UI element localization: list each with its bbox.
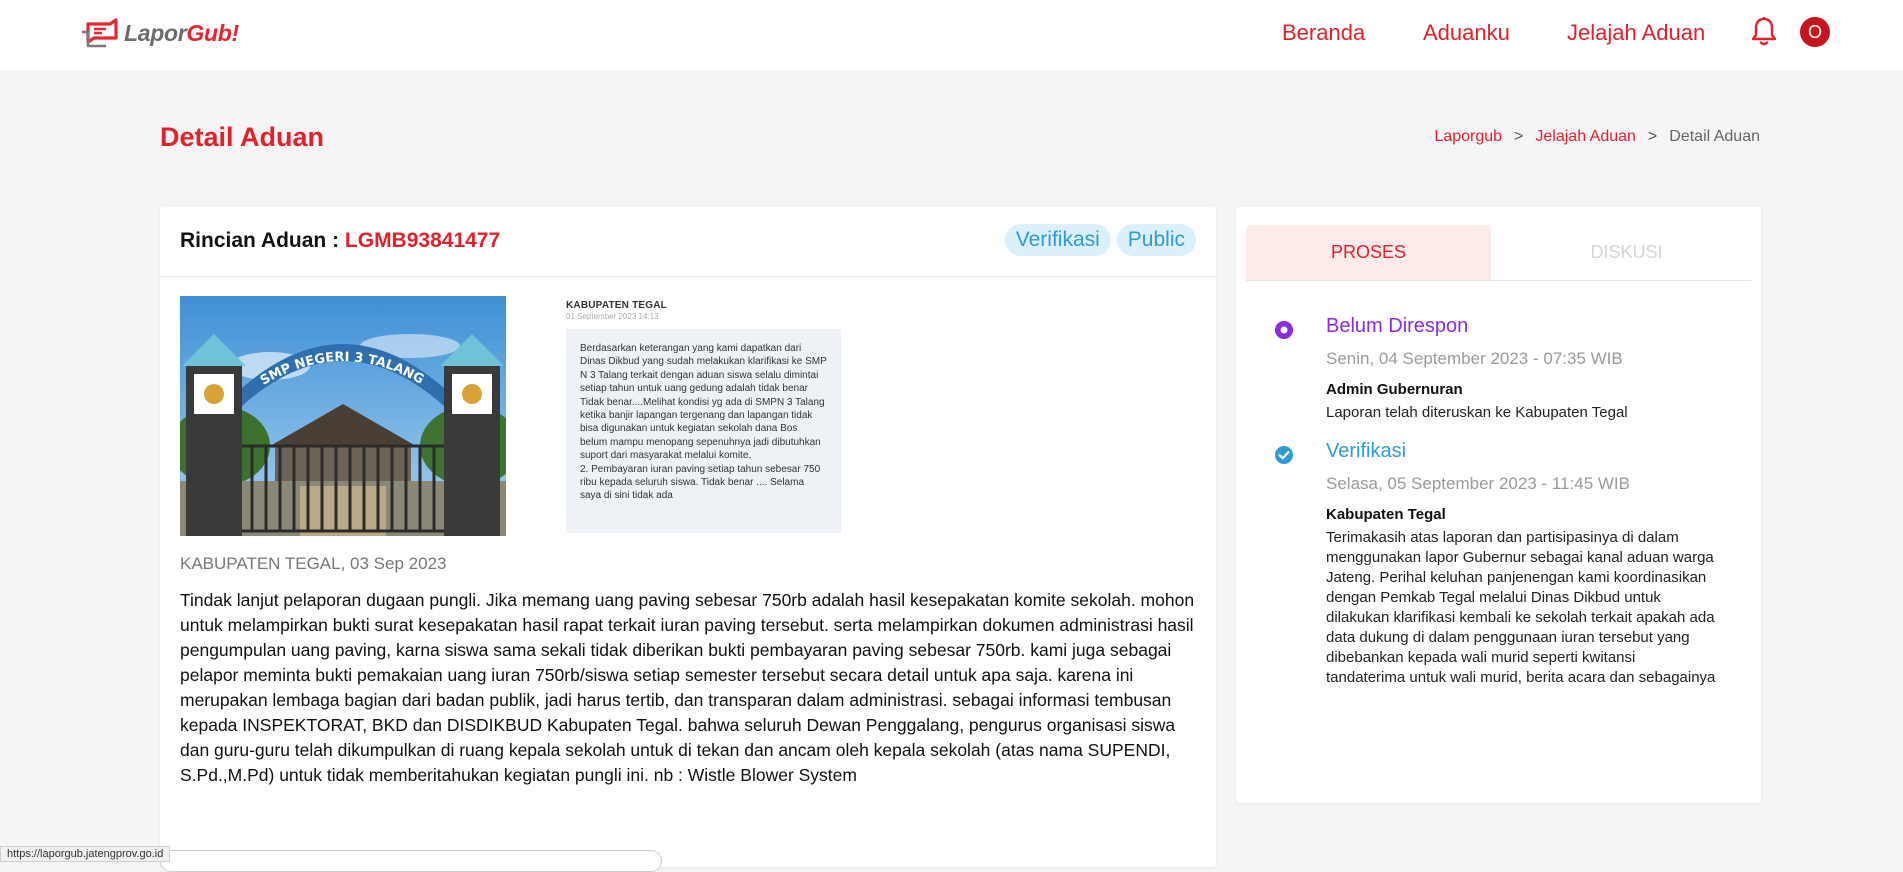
breadcrumb-separator: >	[1514, 128, 1524, 145]
complaint-header: Rincian Aduan : LGMB93841477 Verifikasi …	[160, 207, 1216, 277]
notification-bell-icon[interactable]	[1750, 16, 1778, 46]
complaint-description: Tindak lanjut pelaporan dugaan pungli. J…	[180, 590, 1195, 785]
process-tabs: PROSES DISKUSI	[1246, 225, 1751, 281]
brand-logo[interactable]: LaporGub!	[80, 16, 239, 50]
attachment-title: KABUPATEN TEGAL	[566, 300, 667, 311]
tab-diskusi[interactable]: DISKUSI	[1504, 225, 1749, 280]
complaint-location-date: KABUPATEN TEGAL, 03 Sep 2023	[180, 554, 447, 573]
attachment-photo-school-gate[interactable]: SMP NEGERI 3 TALANG	[180, 296, 506, 536]
tab-proses[interactable]: PROSES	[1246, 225, 1491, 280]
attachment-body: Berdasarkan keterangan yang kami dapatka…	[566, 329, 841, 533]
breadcrumb: Laporgub > Jelajah Aduan > Detail Aduan	[1434, 128, 1760, 146]
visibility-badge-public: Public	[1116, 224, 1196, 256]
page-title: Detail Aduan	[160, 122, 325, 152]
comment-input[interactable]	[160, 850, 662, 872]
nav-jelajah-aduan[interactable]: Jelajah Aduan	[1567, 20, 1705, 46]
status-badge-verifikasi: Verifikasi	[1004, 224, 1111, 256]
top-navbar: LaporGub! Beranda Aduanku Jelajah Aduan …	[0, 0, 1903, 70]
attachment-date: 01 September 2023 14:13	[566, 312, 659, 321]
timeline-status: Verifikasi	[1326, 440, 1407, 462]
timeline-author: Admin Gubernuran	[1326, 381, 1463, 398]
timeline-status: Belum Direspon	[1326, 315, 1469, 337]
complaint-detail-card: Rincian Aduan : LGMB93841477 Verifikasi …	[160, 207, 1216, 867]
breadcrumb-jelajah-aduan[interactable]: Jelajah Aduan	[1535, 128, 1636, 146]
nav-beranda[interactable]: Beranda	[1282, 20, 1365, 46]
laporgub-logo-icon	[82, 18, 118, 48]
nav-aduanku[interactable]: Aduanku	[1423, 20, 1510, 46]
user-avatar[interactable]: O	[1800, 17, 1830, 47]
timeline-author: Kabupaten Tegal	[1326, 506, 1446, 523]
status-verified-check-icon	[1275, 446, 1293, 464]
breadcrumb-laporgub[interactable]: Laporgub	[1434, 128, 1502, 146]
brand-name: LaporGub!	[124, 19, 239, 46]
timeline-date: Senin, 04 September 2023 - 07:35 WIB	[1326, 349, 1623, 368]
badge-group: Verifikasi Public	[1004, 224, 1196, 256]
complaint-label: Rincian Aduan : LGMB93841477	[180, 229, 501, 252]
breadcrumb-separator: >	[1647, 128, 1658, 145]
complaint-id: LGMB93841477	[344, 229, 501, 252]
browser-status-url: https://laporgub.jatengprov.go.id	[0, 846, 171, 862]
breadcrumb-current: Detail Aduan	[1669, 128, 1760, 145]
timeline-note: Terimakasih atas laporan dan partisipasi…	[1326, 529, 1716, 686]
timeline-date: Selasa, 05 September 2023 - 11:45 WIB	[1326, 474, 1630, 493]
status-pending-icon	[1275, 321, 1293, 339]
timeline-note: Laporan telah diteruskan ke Kabupaten Te…	[1326, 404, 1628, 421]
process-card: PROSES DISKUSI Belum Direspon Senin, 04 …	[1236, 207, 1761, 803]
attachment-screenshot[interactable]: KABUPATEN TEGAL 01 September 2023 14:13 …	[566, 300, 841, 536]
